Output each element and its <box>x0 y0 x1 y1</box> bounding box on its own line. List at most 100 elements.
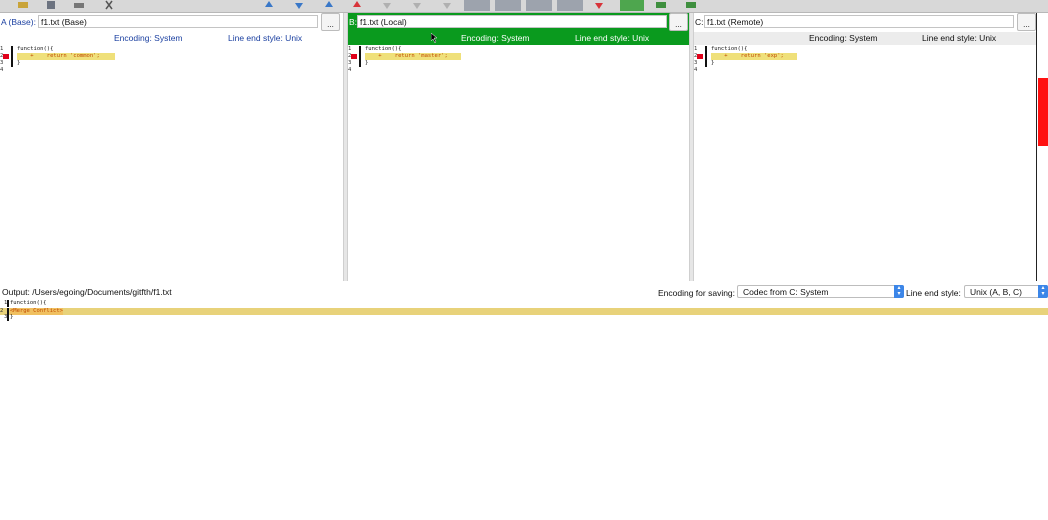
output-code[interactable]: 1 function(){ 2 <Merge Conflict> 3} <box>0 300 1048 321</box>
pane-a-header: A (Base): f1.txt (Base) ... <box>0 13 343 32</box>
code-text: } <box>711 60 715 66</box>
pane-b-info: Encoding: System Line end style: Unix <box>348 32 689 45</box>
print-icon[interactable] <box>72 0 88 10</box>
line-number: 4 <box>348 67 352 73</box>
code-text: + return 'common'; <box>17 53 100 59</box>
auto-advance-button[interactable] <box>557 0 583 11</box>
code-line: 4 <box>348 67 689 74</box>
code-line: 1 function(){ <box>0 300 1048 307</box>
code-line: 1 function(){ <box>694 46 1036 53</box>
line-number: 1 <box>348 46 352 52</box>
arrow-top-icon[interactable] <box>322 0 338 10</box>
change-bar <box>11 46 13 53</box>
pane-c-remote: C: f1.txt (Remote) ... Encoding: System … <box>694 13 1036 281</box>
pane-c-header: C: f1.txt (Remote) ... <box>694 13 1036 32</box>
goto-icon[interactable] <box>592 0 608 10</box>
change-bar <box>359 53 361 60</box>
line-number: 1 <box>0 46 4 52</box>
pane-a-base: A (Base): f1.txt (Base) ... Encoding: Sy… <box>0 13 343 281</box>
pane-b-browse-button[interactable]: ... <box>669 13 688 31</box>
pane-b-code[interactable]: 1 function(){ 2 + return 'master'; 3} 4 <box>348 46 689 74</box>
line-end-style-select[interactable]: Unix (A, B, C) ▴ ▾ <box>964 285 1048 298</box>
choose-b-button[interactable] <box>495 0 521 11</box>
open-icon[interactable] <box>16 0 32 10</box>
code-line: 3} <box>694 60 1036 67</box>
code-text: } <box>365 60 369 66</box>
line-number: 4 <box>694 67 698 73</box>
code-text: function(){ <box>10 300 47 306</box>
pane-b-file-field[interactable]: f1.txt (Local) <box>357 15 667 28</box>
code-line: 3} <box>348 60 689 67</box>
pane-a-browse-button[interactable]: ... <box>321 13 340 31</box>
code-line: 1 function(){ <box>0 46 343 53</box>
next-icon[interactable] <box>410 0 426 10</box>
pane-c-code[interactable]: 1 function(){ 2 + return 'exp'; 3} 4 <box>694 46 1036 74</box>
line-number: 3 <box>694 60 698 66</box>
change-bar <box>705 46 707 53</box>
line-end-style-label: Line end style: <box>906 288 961 298</box>
code-line: 1 function(){ <box>348 46 689 53</box>
pane-a-file-field[interactable]: f1.txt (Base) <box>38 15 318 28</box>
pane-b-label: B: <box>349 17 358 27</box>
encoding-saving-select[interactable]: Codec from C: System ▴ ▾ <box>737 285 904 298</box>
choose-c-button[interactable] <box>526 0 552 11</box>
code-line: 3} <box>0 314 1048 321</box>
change-bar <box>11 53 13 60</box>
output-label: Output: <box>2 287 30 297</box>
join-icon[interactable] <box>684 0 700 10</box>
split-icon[interactable] <box>654 0 670 10</box>
show-whitespace-button[interactable] <box>620 0 644 11</box>
mouse-cursor-icon <box>431 33 438 43</box>
code-line: 3} <box>0 60 343 67</box>
output-file-field[interactable]: Output: /Users/egoing/Documents/gitfth/f… <box>0 286 530 299</box>
code-text: + return 'master'; <box>365 53 448 59</box>
line-number: 4 <box>0 67 4 73</box>
change-bar <box>7 300 9 307</box>
change-bar <box>359 60 361 67</box>
pane-c-info: Encoding: System Line end style: Unix <box>694 32 1036 45</box>
pane-b-line-end: Line end style: Unix <box>575 33 650 43</box>
change-bar <box>359 46 361 53</box>
conflict-overview-marker[interactable] <box>1038 78 1048 146</box>
pane-c-line-end: Line end style: Unix <box>922 33 997 43</box>
pane-c-browse-button[interactable]: ... <box>1017 13 1036 31</box>
code-text: } <box>17 60 21 66</box>
arrow-down-icon[interactable] <box>292 0 308 10</box>
change-bar <box>11 60 13 67</box>
pane-a-info: Encoding: System Line end style: Unix <box>0 32 343 45</box>
toolbar <box>0 0 1048 13</box>
pane-b-encoding: Encoding: System <box>461 33 530 43</box>
output-path: /Users/egoing/Documents/gitfth/f1.txt <box>32 287 172 297</box>
last-icon[interactable] <box>440 0 456 10</box>
cut-icon[interactable] <box>102 0 118 10</box>
code-text: function(){ <box>365 46 402 52</box>
pane-b-local: B: f1.txt (Local) ... Encoding: System L… <box>348 13 689 281</box>
line-end-style-value: Unix (A, B, C) <box>970 287 1022 297</box>
save-icon[interactable] <box>44 0 60 10</box>
pane-a-encoding: Encoding: System <box>114 33 183 43</box>
overview-scrollbar[interactable] <box>1036 13 1048 281</box>
pane-a-line-end: Line end style: Unix <box>228 33 303 43</box>
code-text: function(){ <box>711 46 748 52</box>
pane-c-encoding: Encoding: System <box>809 33 878 43</box>
code-line: 4 <box>0 67 343 74</box>
arrow-up-icon[interactable] <box>262 0 278 10</box>
encoding-saving-label: Encoding for saving: <box>658 288 736 298</box>
change-bar <box>705 60 707 67</box>
change-bar <box>7 314 9 321</box>
encoding-saving-value: Codec from C: System <box>743 287 829 297</box>
code-line: 2 + return 'master'; <box>348 53 689 60</box>
diff-marker <box>351 54 357 59</box>
pane-a-label: A (Base): <box>1 17 36 27</box>
conflict-down-icon[interactable] <box>380 0 396 10</box>
pane-c-file-field[interactable]: f1.txt (Remote) <box>704 15 1014 28</box>
conflict-up-icon[interactable] <box>350 0 366 10</box>
diff-marker <box>697 54 703 59</box>
code-line: 2 + return 'exp'; <box>694 53 1036 60</box>
pane-a-code[interactable]: 1 function(){ 2 + return 'common'; 3} 4 <box>0 46 343 74</box>
code-text: } <box>10 314 14 320</box>
pane-c-label: C: <box>695 17 704 27</box>
diff-marker <box>3 54 9 59</box>
choose-a-button[interactable] <box>464 0 490 11</box>
code-line: 4 <box>694 67 1036 74</box>
